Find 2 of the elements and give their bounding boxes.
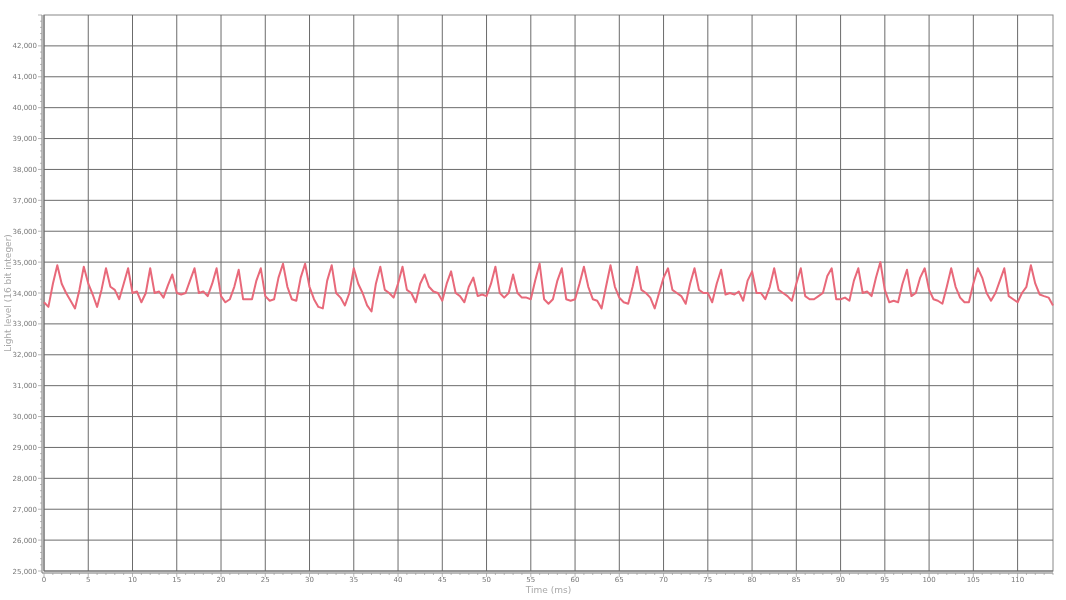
axis-title: Time (ms) — [525, 585, 572, 595]
axis-title: Light level (16 bit integer) — [3, 234, 13, 352]
